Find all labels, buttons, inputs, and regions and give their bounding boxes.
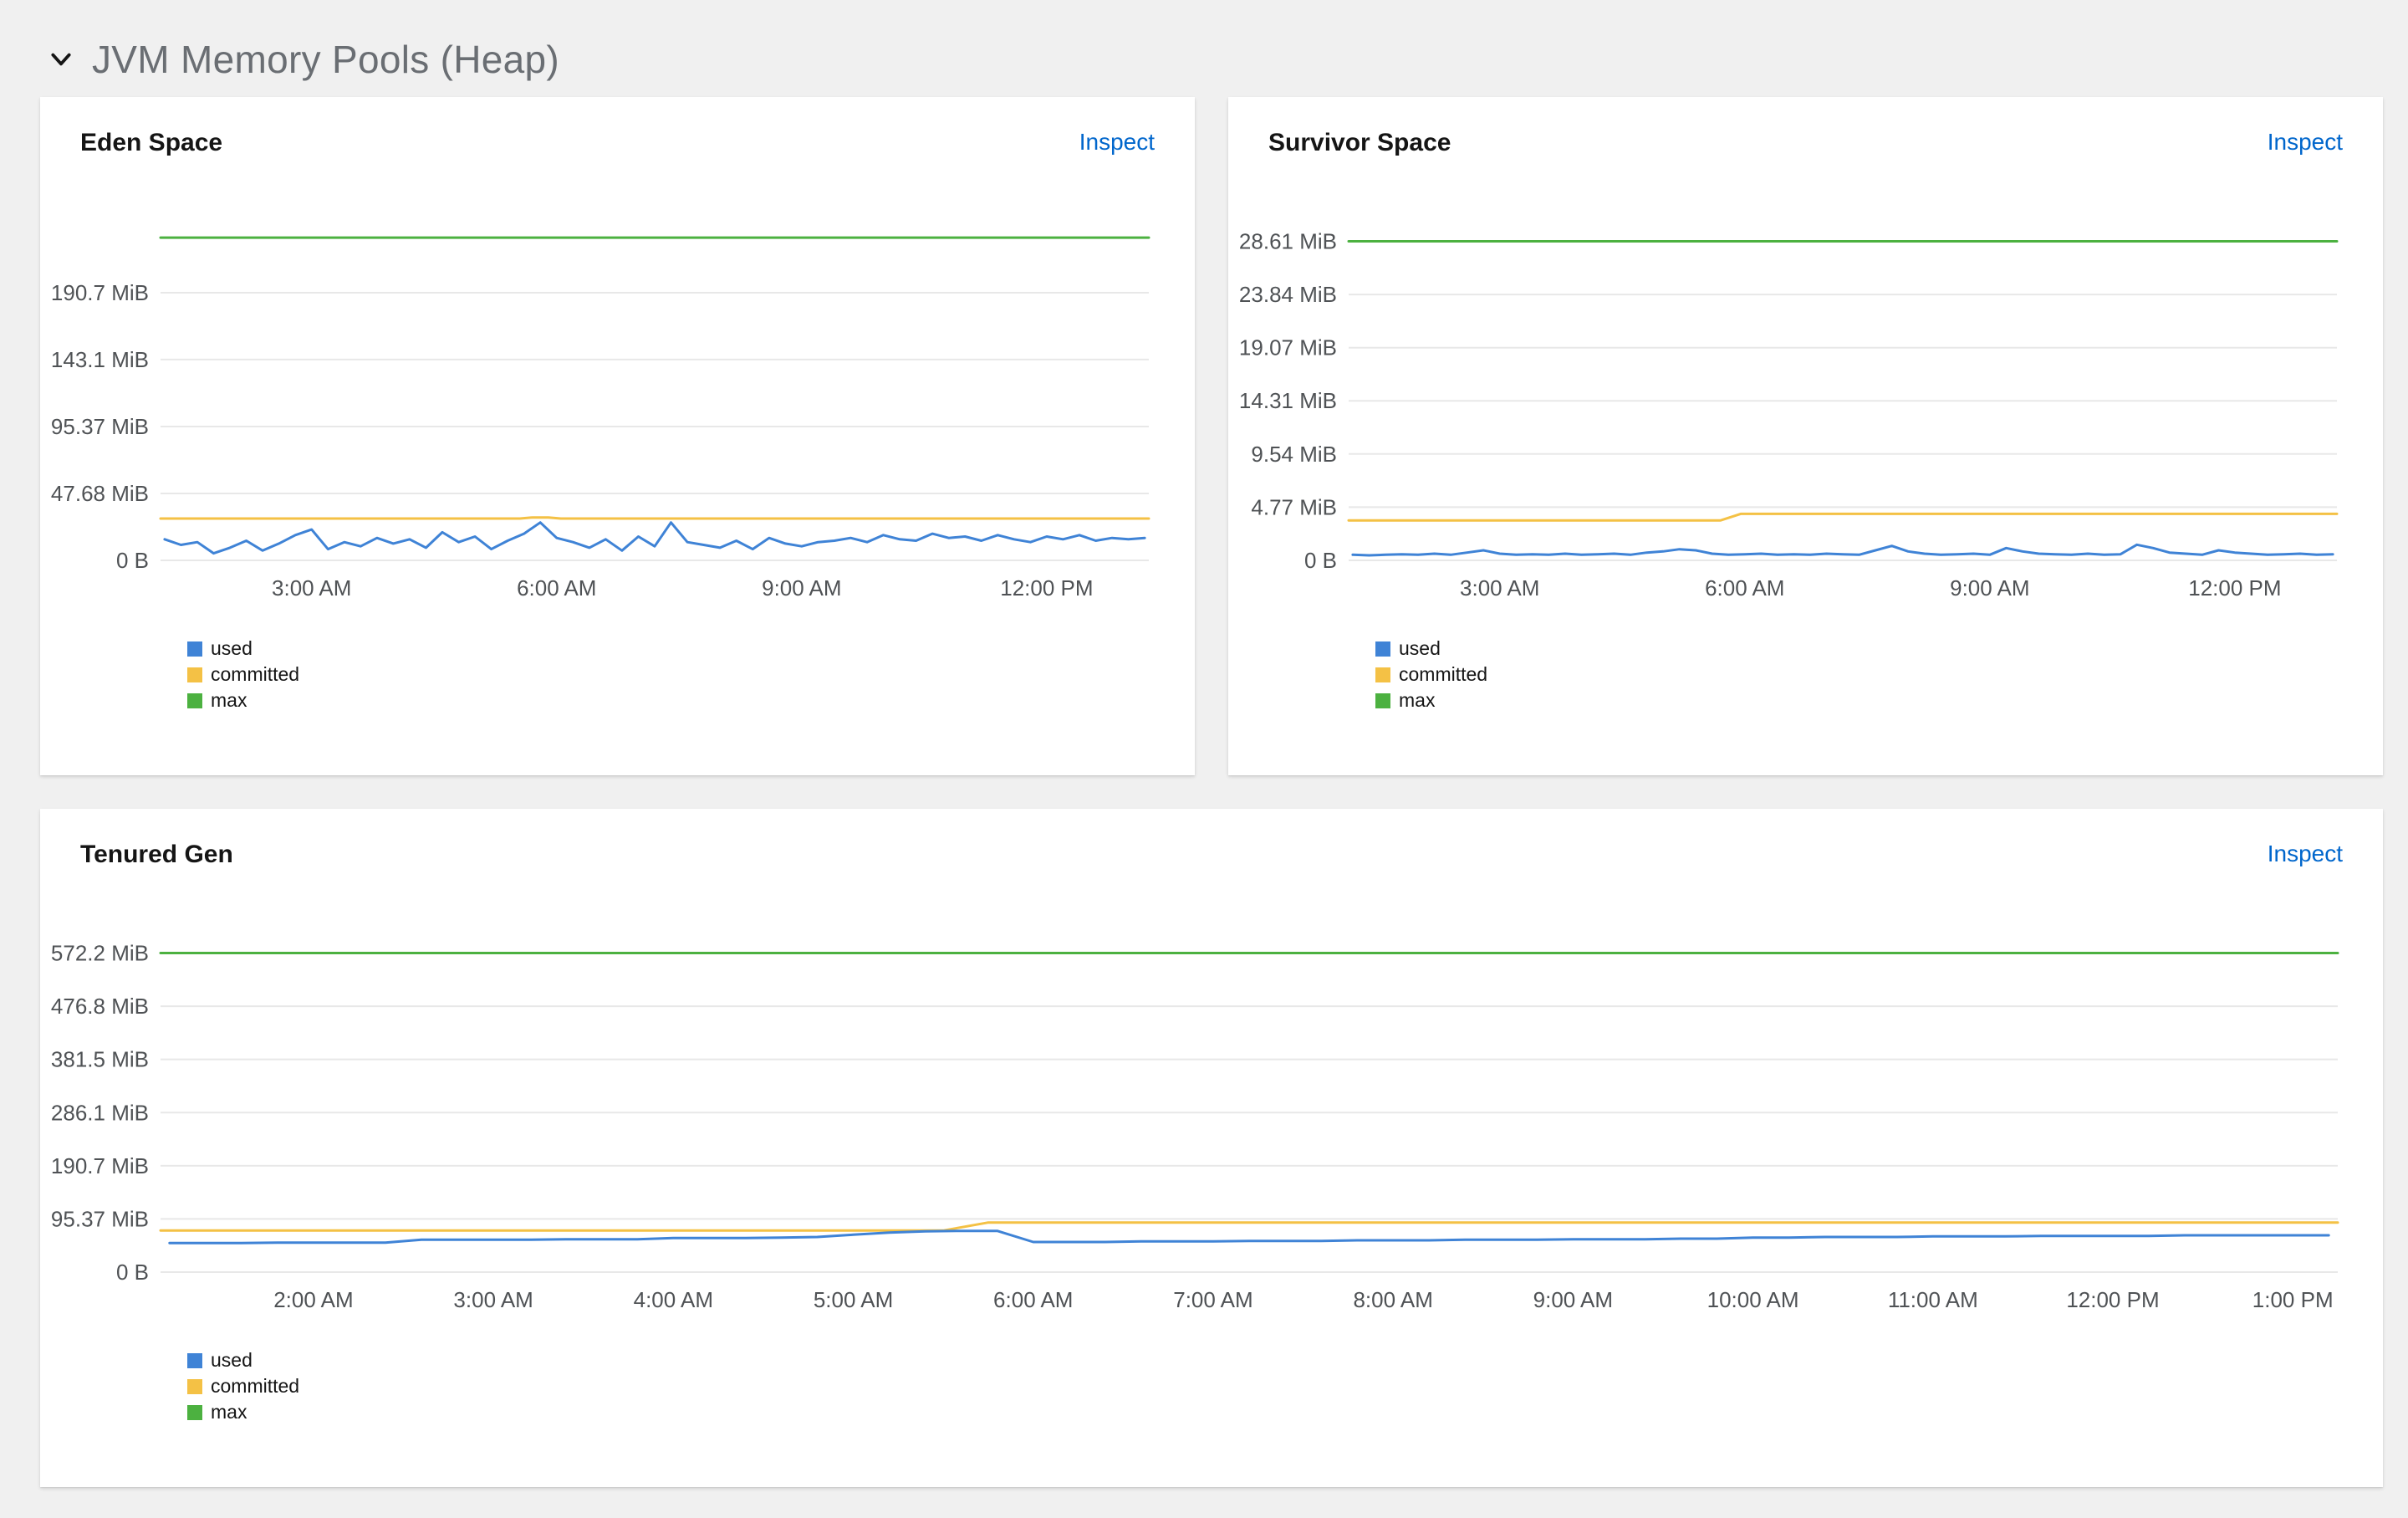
series-line-used bbox=[163, 521, 1146, 555]
x-axis-tick-label: 9:00 AM bbox=[762, 575, 841, 601]
card-header: Eden Space Inspect bbox=[80, 129, 1155, 164]
y-axis-tick-label: 0 B bbox=[116, 1260, 149, 1285]
chart-legend-tenured-gen: used committed max bbox=[187, 1347, 2343, 1425]
cards-row-bottom: Tenured Gen Inspect 0 B 95.37 MiB 190.7 Mi… bbox=[40, 809, 2383, 1487]
y-axis-tick-label: 286.1 MiB bbox=[51, 1100, 149, 1125]
legend-item-committed: committed bbox=[187, 662, 1155, 687]
legend-label-committed: committed bbox=[1399, 663, 1488, 685]
legend-swatch-max bbox=[187, 1404, 202, 1420]
section-title: JVM Memory Pools (Heap) bbox=[92, 38, 560, 81]
legend-label-max: max bbox=[211, 1401, 247, 1423]
card-title-eden-space: Eden Space bbox=[80, 129, 223, 156]
y-axis-tick-label: 190.7 MiB bbox=[51, 1153, 149, 1178]
series-line-committed bbox=[1347, 512, 2339, 522]
legend-item-used: used bbox=[1375, 636, 2343, 662]
y-axis-tick-label: 28.61 MiB bbox=[1239, 229, 1337, 254]
card-header: Survivor Space Inspect bbox=[1268, 129, 2343, 164]
inspect-link-survivor-space[interactable]: Inspect bbox=[2268, 129, 2343, 156]
x-axis-tick-label: 3:00 AM bbox=[1460, 575, 1539, 601]
series-line-used bbox=[168, 1229, 2330, 1245]
card-header: Tenured Gen Inspect bbox=[80, 841, 2343, 876]
series-line-committed bbox=[159, 516, 1150, 520]
cards-row-top: Eden Space Inspect 0 B 47.68 MiB 95.37 MiB… bbox=[40, 97, 2383, 775]
card-title-survivor-space: Survivor Space bbox=[1268, 129, 1451, 156]
legend-swatch-committed bbox=[187, 1378, 202, 1394]
legend-swatch-max bbox=[187, 693, 202, 708]
chart-plot-area: 0 B 4.77 MiB 9.54 MiB 14.31 MiB 19.07 MiB 23.… bbox=[1239, 229, 2339, 601]
y-axis-tick-label: 572.2 MiB bbox=[51, 941, 149, 966]
x-axis-tick-label: 7:00 AM bbox=[1173, 1287, 1252, 1312]
series-line-committed bbox=[159, 1221, 2339, 1232]
card-eden-space: Eden Space Inspect 0 B 47.68 MiB 95.37 MiB… bbox=[40, 97, 1195, 775]
x-axis-tick-label: 12:00 PM bbox=[2066, 1287, 2159, 1312]
inspect-link-tenured-gen[interactable]: Inspect bbox=[2268, 841, 2343, 867]
y-axis-tick-label: 23.84 MiB bbox=[1239, 282, 1337, 307]
chart-tenured-gen: 0 B 95.37 MiB 190.7 MiB 286.1 MiB 381.5 MiB 4… bbox=[50, 923, 2343, 1324]
legend-swatch-used bbox=[1375, 641, 1390, 657]
x-axis-tick-label: 10:00 AM bbox=[1707, 1287, 1799, 1312]
x-axis-tick-label: 2:00 AM bbox=[273, 1287, 353, 1312]
y-axis-tick-label: 0 B bbox=[116, 548, 149, 573]
legend-label-used: used bbox=[211, 1349, 253, 1371]
legend-item-max: max bbox=[187, 1399, 2343, 1425]
y-axis-tick-label: 95.37 MiB bbox=[51, 1206, 149, 1231]
legend-label-used: used bbox=[211, 637, 253, 659]
y-axis-tick-label: 190.7 MiB bbox=[51, 280, 149, 305]
x-axis-tick-label: 1:00 PM bbox=[2252, 1287, 2334, 1312]
series-line-used bbox=[1351, 543, 2334, 557]
jvm-memory-dashboard: JVM Memory Pools (Heap) Eden Space Inspe… bbox=[0, 0, 2408, 1487]
chart-legend-eden-space: used committed max bbox=[187, 636, 1155, 713]
x-axis-tick-label: 3:00 AM bbox=[272, 575, 351, 601]
inspect-link-eden-space[interactable]: Inspect bbox=[1079, 129, 1155, 156]
y-axis-tick-label: 9.54 MiB bbox=[1251, 442, 1337, 467]
x-axis-tick-label: 11:00 AM bbox=[1888, 1287, 1978, 1312]
legend-item-max: max bbox=[1375, 687, 2343, 713]
legend-item-committed: committed bbox=[1375, 662, 2343, 687]
chart-plot-area: 0 B 47.68 MiB 95.37 MiB 143.1 MiB 190.7 MiB 3… bbox=[51, 236, 1150, 601]
x-axis-tick-label: 5:00 AM bbox=[814, 1287, 893, 1312]
chevron-down-icon[interactable] bbox=[48, 47, 74, 72]
y-axis-tick-label: 476.8 MiB bbox=[51, 994, 149, 1019]
x-axis-tick-label: 12:00 PM bbox=[1000, 575, 1093, 601]
legend-label-committed: committed bbox=[211, 663, 300, 685]
legend-label-max: max bbox=[1399, 689, 1436, 711]
chart-survivor-space: 0 B 4.77 MiB 9.54 MiB 14.31 MiB 19.07 MiB 23.… bbox=[1238, 211, 2343, 612]
legend-item-used: used bbox=[187, 636, 1155, 662]
card-title-tenured-gen: Tenured Gen bbox=[80, 841, 233, 868]
y-axis-tick-label: 95.37 MiB bbox=[51, 414, 149, 439]
card-tenured-gen: Tenured Gen Inspect 0 B 95.37 MiB 190.7 Mi… bbox=[40, 809, 2383, 1487]
chart-legend-survivor-space: used committed max bbox=[1375, 636, 2343, 713]
legend-label-committed: committed bbox=[211, 1375, 300, 1397]
y-axis-tick-label: 14.31 MiB bbox=[1239, 388, 1337, 413]
x-axis-tick-label: 12:00 PM bbox=[2188, 575, 2281, 601]
chart-eden-space: 0 B 47.68 MiB 95.37 MiB 143.1 MiB 190.7 MiB 3… bbox=[50, 211, 1155, 612]
x-axis-tick-label: 8:00 AM bbox=[1353, 1287, 1432, 1312]
card-survivor-space: Survivor Space Inspect 0 B 4.77 MiB 9.54 M… bbox=[1228, 97, 2383, 775]
legend-label-used: used bbox=[1399, 637, 1441, 659]
legend-swatch-used bbox=[187, 641, 202, 657]
legend-item-used: used bbox=[187, 1347, 2343, 1373]
section-toggle[interactable]: JVM Memory Pools (Heap) bbox=[0, 0, 2408, 82]
legend-swatch-committed bbox=[187, 667, 202, 682]
x-axis-tick-label: 3:00 AM bbox=[453, 1287, 533, 1312]
chart-plot-area: 0 B 95.37 MiB 190.7 MiB 286.1 MiB 381.5 MiB 4… bbox=[51, 941, 2339, 1312]
y-axis-tick-label: 0 B bbox=[1304, 548, 1337, 573]
legend-item-committed: committed bbox=[187, 1373, 2343, 1399]
x-axis-tick-label: 6:00 AM bbox=[517, 575, 596, 601]
y-axis-tick-label: 143.1 MiB bbox=[51, 347, 149, 372]
y-axis-tick-label: 4.77 MiB bbox=[1251, 494, 1337, 519]
legend-swatch-used bbox=[187, 1352, 202, 1368]
y-axis-tick-label: 19.07 MiB bbox=[1239, 335, 1337, 360]
legend-item-max: max bbox=[187, 687, 1155, 713]
x-axis-tick-label: 4:00 AM bbox=[634, 1287, 713, 1312]
legend-swatch-max bbox=[1375, 693, 1390, 708]
x-axis-tick-label: 6:00 AM bbox=[993, 1287, 1073, 1312]
x-axis-tick-label: 9:00 AM bbox=[1533, 1287, 1613, 1312]
x-axis-tick-label: 9:00 AM bbox=[1950, 575, 2029, 601]
y-axis-tick-label: 47.68 MiB bbox=[51, 481, 149, 506]
legend-label-max: max bbox=[211, 689, 247, 711]
y-axis-tick-label: 381.5 MiB bbox=[51, 1047, 149, 1072]
x-axis-tick-label: 6:00 AM bbox=[1705, 575, 1784, 601]
legend-swatch-committed bbox=[1375, 667, 1390, 682]
